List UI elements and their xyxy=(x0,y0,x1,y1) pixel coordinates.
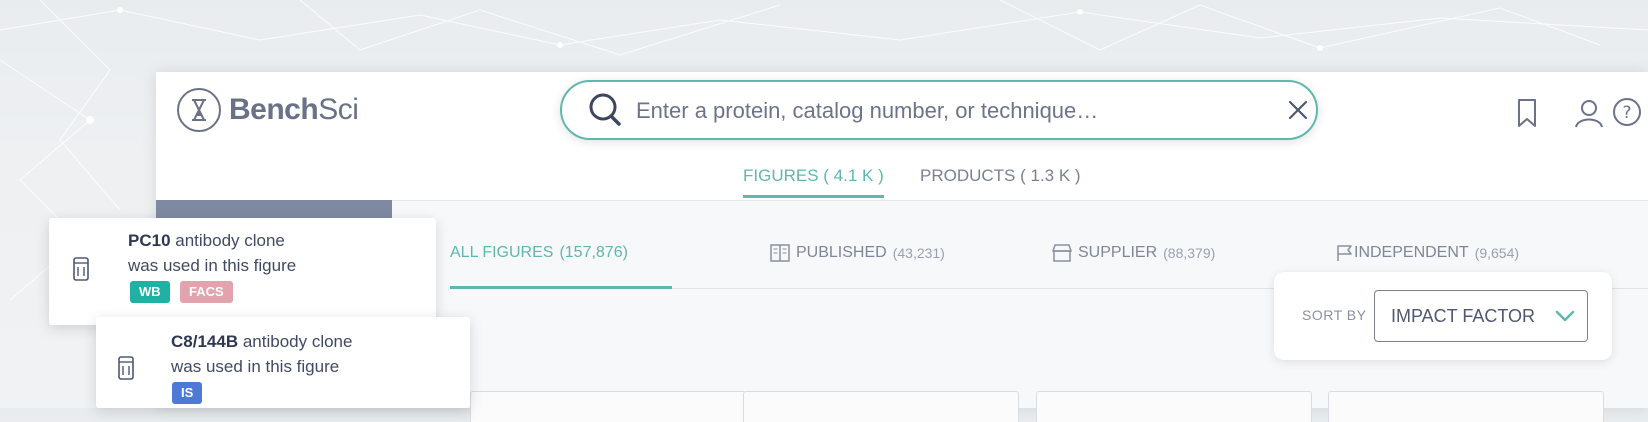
subtab-independent[interactable]: INDEPENDENT (9,654) xyxy=(1336,244,1519,262)
tooltip-line2: was used in this figure xyxy=(128,256,297,275)
subtab-label: ALL FIGURES xyxy=(450,244,554,261)
logo-wordmark: BenchSci xyxy=(229,93,359,127)
flag-icon xyxy=(1337,245,1352,261)
logo-bold: Bench xyxy=(229,93,319,126)
logo[interactable]: BenchSci xyxy=(177,88,359,132)
figure-card[interactable] xyxy=(1036,391,1312,422)
benchsci-logo-icon xyxy=(177,88,221,132)
antibody-vial-icon xyxy=(118,356,134,380)
chevron-down-icon xyxy=(1555,310,1575,322)
svg-text:?: ? xyxy=(1622,103,1631,123)
help-icon[interactable]: ? xyxy=(1612,97,1642,127)
tab-products[interactable]: PRODUCTS ( 1.3 K ) xyxy=(920,166,1081,195)
tooltip-text: C8/144B antibody clone was used in this … xyxy=(171,329,352,379)
subtab-count: (157,876) xyxy=(559,244,628,261)
top-header: BenchSci ? FIGURES ( 4.1 K ) PRODUCTS ( … xyxy=(156,72,1648,201)
subtab-count: (43,231) xyxy=(892,245,945,261)
badge-facs: FACS xyxy=(180,281,233,303)
search-bar xyxy=(560,80,1318,140)
subtab-count: (88,379) xyxy=(1163,245,1216,261)
close-icon[interactable] xyxy=(1288,100,1308,120)
clone-name: PC10 xyxy=(128,231,171,250)
logo-light: Sci xyxy=(318,93,359,126)
clone-name: C8/144B xyxy=(171,332,239,351)
tooltip-line2: was used in this figure xyxy=(171,357,340,376)
sort-selected-value: IMPACT FACTOR xyxy=(1391,306,1536,326)
figure-card[interactable] xyxy=(470,391,746,422)
subtab-label: PUBLISHED xyxy=(796,244,887,261)
active-subtab-underline xyxy=(450,286,672,289)
book-icon xyxy=(770,244,790,262)
bookmark-icon[interactable] xyxy=(1516,98,1538,128)
antibody-tooltip-c8-144b: C8/144B antibody clone was used in this … xyxy=(96,317,470,408)
sort-label: SORT BY xyxy=(1302,307,1367,323)
clone-suffix: antibody clone xyxy=(170,231,285,250)
subtab-supplier[interactable]: SUPPLIER (88,379) xyxy=(1052,244,1215,262)
sort-panel: SORT BY IMPACT FACTOR xyxy=(1274,272,1612,360)
antibody-tooltip-pc10: PC10 antibody clone was used in this fig… xyxy=(49,218,436,325)
tooltip-text: PC10 antibody clone was used in this fig… xyxy=(128,228,296,278)
subtab-published[interactable]: PUBLISHED (43,231) xyxy=(770,244,945,262)
user-icon[interactable] xyxy=(1574,98,1604,128)
subtab-label: INDEPENDENT xyxy=(1354,244,1469,261)
store-icon xyxy=(1052,244,1072,262)
badge-wb: WB xyxy=(130,281,170,303)
subtab-count: (9,654) xyxy=(1474,245,1520,261)
tab-figures[interactable]: FIGURES ( 4.1 K ) xyxy=(743,166,884,198)
sort-dropdown[interactable]: IMPACT FACTOR xyxy=(1374,290,1588,342)
search-icon xyxy=(589,93,621,126)
figure-card[interactable] xyxy=(743,391,1019,422)
figure-card[interactable] xyxy=(1328,391,1604,422)
search-input[interactable] xyxy=(634,94,1248,128)
subtab-label: SUPPLIER xyxy=(1078,244,1158,261)
badge-is: IS xyxy=(172,382,203,404)
subtab-all-figures[interactable]: ALL FIGURES (157,876) xyxy=(450,244,628,287)
clone-suffix: antibody clone xyxy=(238,332,353,351)
antibody-vial-icon xyxy=(73,257,89,281)
